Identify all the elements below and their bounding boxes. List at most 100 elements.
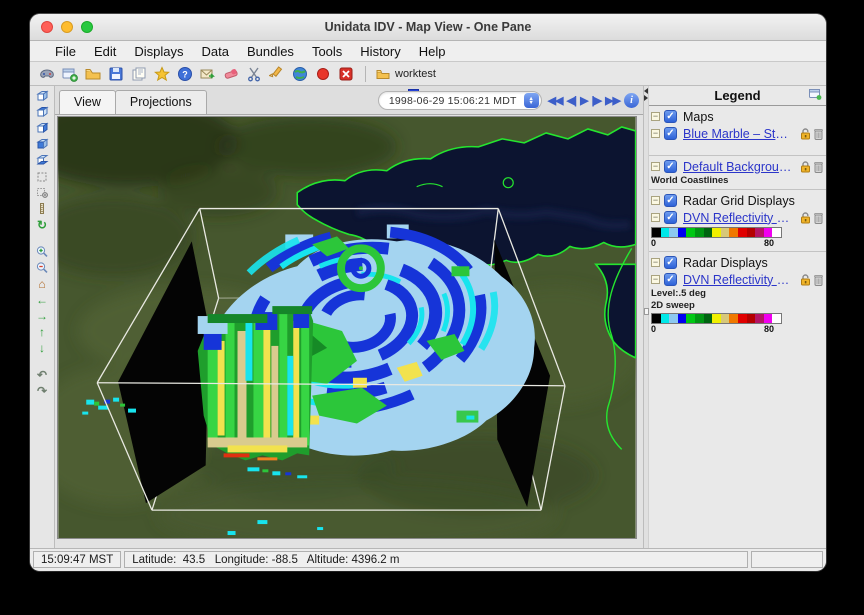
side-view-cube-icon[interactable] <box>33 121 51 136</box>
screenshot-stage: Unidata IDV - Map View - One Pane File E… <box>0 0 864 615</box>
step-forward-button[interactable]: |▶ <box>592 94 602 107</box>
show-dashboard-icon[interactable] <box>38 65 56 83</box>
menu-file[interactable]: File <box>46 44 85 59</box>
collapse-blue-marble-icon[interactable]: − <box>651 129 660 138</box>
zoom-out-icon[interactable] <box>33 260 51 275</box>
go-to-end-button[interactable]: ▶▶ <box>605 94 620 107</box>
legend-separator <box>649 251 826 252</box>
save-bundle-icon[interactable] <box>107 65 125 83</box>
pan-up-icon[interactable]: ↑ <box>33 324 51 339</box>
send-support-icon[interactable] <box>199 65 217 83</box>
dvn-grid-checkbox[interactable]: ✓ <box>664 211 677 224</box>
new-window-icon[interactable] <box>61 65 79 83</box>
front-view-cube-icon[interactable] <box>33 137 51 152</box>
menu-edit[interactable]: Edit <box>85 44 125 59</box>
menu-history[interactable]: History <box>351 44 409 59</box>
set-clip-icon[interactable] <box>33 185 51 200</box>
pan-down-icon[interactable]: ↓ <box>33 340 51 355</box>
open-bundle-icon[interactable] <box>84 65 102 83</box>
drawing-icon[interactable] <box>268 65 286 83</box>
collapse-radar-grid-icon[interactable]: − <box>651 196 660 205</box>
maps-visibility-checkbox[interactable]: ✓ <box>664 110 677 123</box>
home-view-icon[interactable]: ⌂ <box>33 276 51 291</box>
legend-panel: Legend − ✓ Maps − ✓ Blue Marble – Static <box>648 86 826 548</box>
trash-icon[interactable] <box>814 212 823 224</box>
splitpane-handle[interactable] <box>644 308 649 315</box>
save-as-icon[interactable] <box>130 65 148 83</box>
trash-icon[interactable] <box>814 161 823 173</box>
tab-projections[interactable]: Projections <box>115 90 207 114</box>
step-back-button[interactable]: ◀| <box>567 94 577 107</box>
help-icon[interactable]: ? <box>176 65 194 83</box>
cut-icon[interactable] <box>245 65 263 83</box>
play-button[interactable]: ▶ <box>580 94 587 107</box>
collapse-maps-icon[interactable]: − <box>651 112 660 121</box>
globe-icon[interactable] <box>291 65 309 83</box>
blue-marble-checkbox[interactable]: ✓ <box>664 127 677 140</box>
menu-bundles[interactable]: Bundles <box>238 44 303 59</box>
collapse-radar-icon[interactable]: − <box>651 258 660 267</box>
legend-header: Legend <box>649 86 826 106</box>
pan-right-icon[interactable]: → <box>33 308 51 323</box>
radar-checkbox[interactable]: ✓ <box>664 256 677 269</box>
idv-window: Unidata IDV - Map View - One Pane File E… <box>30 14 826 571</box>
view-toolbar: ↻ ⌂ ← → ↑ ↓ ↶ ↷ <box>30 86 55 548</box>
top-view-cube-icon[interactable] <box>33 105 51 120</box>
tab-view[interactable]: View <box>59 90 116 114</box>
minimize-window-button[interactable] <box>61 21 73 33</box>
menu-help[interactable]: Help <box>410 44 455 59</box>
splitpane-collapse-arrows[interactable] <box>644 88 648 101</box>
bottom-view-cube-icon[interactable] <box>33 153 51 168</box>
legend-group-maps: − ✓ Maps <box>649 108 826 125</box>
time-select-combobox[interactable]: 1998-06-29 15:06:21 MDT ▲▼ <box>378 91 542 110</box>
default-maps-link[interactable]: Default Background Maps <box>683 160 796 174</box>
record-movie-icon[interactable] <box>314 65 332 83</box>
redo-icon[interactable]: ↷ <box>33 383 51 398</box>
animation-properties-button[interactable]: i <box>624 93 639 108</box>
splitpane-divider[interactable] <box>643 86 648 548</box>
zoom-window-button[interactable] <box>81 21 93 33</box>
status-memory-cell <box>751 551 823 568</box>
dvn-radar-link[interactable]: DVN Reflectivity – Rada... <box>683 273 791 287</box>
map-3d-view[interactable] <box>57 116 637 539</box>
reset-orientation-icon[interactable]: ↻ <box>33 217 51 232</box>
collapse-default-maps-icon[interactable]: − <box>651 162 660 171</box>
undo-icon[interactable]: ↶ <box>33 367 51 382</box>
go-to-start-button[interactable]: ◀◀ <box>548 94 563 107</box>
traffic-lights <box>41 14 93 40</box>
reflectivity-colorbar[interactable] <box>651 313 782 324</box>
lock-icon[interactable] <box>800 274 811 286</box>
default-maps-checkbox[interactable]: ✓ <box>664 160 677 173</box>
menu-displays[interactable]: Displays <box>125 44 192 59</box>
remove-displays-icon[interactable] <box>222 65 240 83</box>
dvn-grid-link[interactable]: DVN Reflectivity – Rada... <box>683 211 791 225</box>
reflectivity-colorbar[interactable] <box>651 227 782 238</box>
radar-grid-checkbox[interactable]: ✓ <box>664 194 677 207</box>
trash-icon[interactable] <box>814 274 823 286</box>
pan-left-icon[interactable]: ← <box>33 292 51 307</box>
legend-item-dvn-radar: − ✓ DVN Reflectivity – Rada... <box>649 271 826 288</box>
ruler-scale-icon[interactable] <box>33 201 51 216</box>
lock-icon[interactable] <box>800 128 811 140</box>
close-window-button[interactable] <box>41 21 53 33</box>
stop-loads-icon[interactable] <box>337 65 355 83</box>
collapse-dvn-radar-icon[interactable]: − <box>651 275 660 284</box>
menu-tools[interactable]: Tools <box>303 44 351 59</box>
lock-icon[interactable] <box>800 212 811 224</box>
radar-group-label: Radar Displays <box>683 256 768 270</box>
zoom-in-icon[interactable] <box>33 244 51 259</box>
dvn-radar-checkbox[interactable]: ✓ <box>664 273 677 286</box>
trash-icon[interactable] <box>814 128 823 140</box>
blue-marble-link[interactable]: Blue Marble – Static <box>683 127 791 141</box>
bundle-button[interactable]: worktest <box>376 68 436 80</box>
favorites-icon[interactable] <box>153 65 171 83</box>
title-bar[interactable]: Unidata IDV - Map View - One Pane <box>30 14 826 41</box>
float-legend-icon[interactable] <box>809 89 822 103</box>
toolbar-separator <box>365 66 366 82</box>
perspective-view-icon[interactable] <box>33 169 51 184</box>
lock-icon[interactable] <box>800 161 811 173</box>
rotate-cube-icon[interactable] <box>33 89 51 104</box>
maps-group-label: Maps <box>683 110 714 124</box>
menu-data[interactable]: Data <box>192 44 237 59</box>
collapse-dvn-grid-icon[interactable]: − <box>651 213 660 222</box>
